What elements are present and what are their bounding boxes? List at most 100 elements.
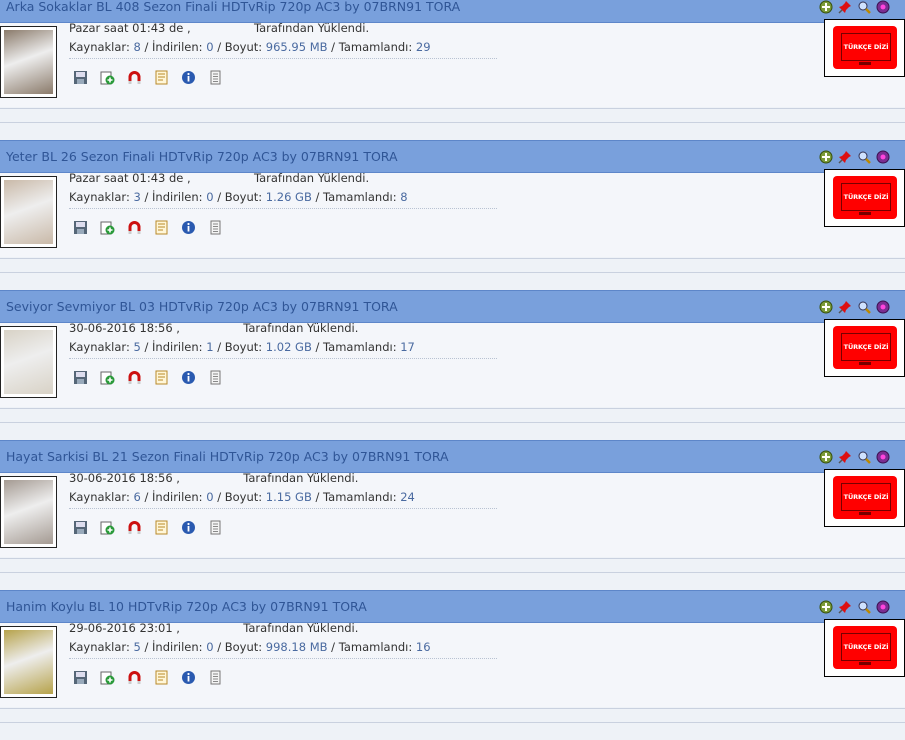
download-icon[interactable] — [72, 219, 88, 235]
torrent-actions — [72, 669, 223, 685]
download-icon[interactable] — [72, 519, 88, 535]
info-icon[interactable] — [180, 369, 196, 385]
nfo-icon[interactable] — [153, 669, 169, 685]
poster-thumbnail[interactable] — [0, 176, 57, 248]
add-favorite-icon[interactable] — [818, 299, 834, 315]
upload-info: 30-06-2016 18:56 , Tarafından Yüklendi. — [69, 471, 358, 485]
add-icon[interactable] — [99, 669, 115, 685]
row-separator — [0, 272, 905, 273]
download-icon[interactable] — [72, 669, 88, 685]
poster-image — [4, 180, 53, 244]
ratings-icon[interactable] — [875, 0, 891, 15]
tv-stand — [859, 62, 871, 65]
comment-icon[interactable] — [207, 669, 223, 685]
torrent-stats: Kaynaklar: 5 / İndirilen: 1 / Boyut: 1.0… — [69, 340, 415, 354]
seeds-label: Kaynaklar: — [69, 190, 130, 204]
torrent-actions — [72, 369, 223, 385]
pin-icon[interactable] — [837, 449, 853, 465]
ratings-icon[interactable] — [875, 449, 891, 465]
tv-stand — [859, 512, 871, 515]
search-icon[interactable] — [856, 299, 872, 315]
torrent-title[interactable]: Seviyor Sevmiyor BL 03 HDTvRip 720p AC3 … — [6, 299, 398, 314]
uploaded-text: Tarafından Yüklendi. — [253, 21, 370, 35]
download-icon[interactable] — [72, 369, 88, 385]
category-image[interactable]: TÜRKÇE DİZİ — [824, 169, 905, 227]
poster-thumbnail[interactable] — [0, 626, 57, 698]
add-icon[interactable] — [99, 519, 115, 535]
size-label: Boyut: — [224, 190, 263, 204]
completed-label: Tamamlandı: — [323, 190, 397, 204]
upload-date: 30-06-2016 18:56 , — [69, 471, 180, 485]
leechers-value: 0 — [206, 490, 214, 504]
size-label: Boyut: — [224, 340, 263, 354]
add-favorite-icon[interactable] — [818, 0, 834, 15]
nfo-icon[interactable] — [153, 69, 169, 85]
magnet-icon[interactable] — [126, 519, 142, 535]
info-icon[interactable] — [180, 69, 196, 85]
add-favorite-icon[interactable] — [818, 449, 834, 465]
poster-thumbnail[interactable] — [0, 476, 57, 548]
category-image[interactable]: TÜRKÇE DİZİ — [824, 319, 905, 377]
add-icon[interactable] — [99, 369, 115, 385]
nfo-icon[interactable] — [153, 219, 169, 235]
pin-icon[interactable] — [837, 599, 853, 615]
magnet-icon[interactable] — [126, 369, 142, 385]
add-favorite-icon[interactable] — [818, 599, 834, 615]
ratings-icon[interactable] — [875, 299, 891, 315]
nfo-icon[interactable] — [153, 519, 169, 535]
comment-icon[interactable] — [207, 219, 223, 235]
pin-icon[interactable] — [837, 0, 853, 15]
magnet-icon[interactable] — [126, 69, 142, 85]
download-icon[interactable] — [72, 69, 88, 85]
row-separator — [0, 422, 905, 423]
torrent-title[interactable]: Yeter BL 26 Sezon Finali HDTvRip 720p AC… — [6, 149, 398, 164]
category-label: TÜRKÇE DİZİ — [841, 33, 891, 61]
torrent-stats: Kaynaklar: 5 / İndirilen: 0 / Boyut: 998… — [69, 640, 431, 654]
size-value: 1.15 GB — [265, 490, 312, 504]
ratings-icon[interactable] — [875, 599, 891, 615]
row-separator — [0, 572, 905, 573]
info-icon[interactable] — [180, 219, 196, 235]
torrent-header: Hayat Sarkisi BL 21 Sezon Finali HDTvRip… — [0, 440, 905, 473]
seeds-value: 3 — [133, 190, 141, 204]
category-image[interactable]: TÜRKÇE DİZİ — [824, 19, 905, 77]
category-label: TÜRKÇE DİZİ — [841, 183, 891, 211]
add-icon[interactable] — [99, 69, 115, 85]
search-icon[interactable] — [856, 149, 872, 165]
poster-image — [4, 480, 53, 544]
search-icon[interactable] — [856, 599, 872, 615]
leechers-label: İndirilen: — [152, 40, 203, 54]
comment-icon[interactable] — [207, 69, 223, 85]
poster-image — [4, 330, 53, 394]
add-icon[interactable] — [99, 219, 115, 235]
header-actions — [818, 149, 891, 165]
torrent-body: Pazar saat 01:43 de , Tarafından Yüklend… — [0, 169, 905, 257]
torrent-body: 29-06-2016 23:01 , Tarafından Yüklendi. … — [0, 619, 905, 707]
search-icon[interactable] — [856, 0, 872, 15]
category-image[interactable]: TÜRKÇE DİZİ — [824, 619, 905, 677]
leechers-label: İndirilen: — [152, 340, 203, 354]
poster-thumbnail[interactable] — [0, 326, 57, 398]
category-image[interactable]: TÜRKÇE DİZİ — [824, 469, 905, 527]
magnet-icon[interactable] — [126, 219, 142, 235]
upload-date: 29-06-2016 23:01 , — [69, 621, 180, 635]
torrent-title[interactable]: Arka Sokaklar BL 408 Sezon Finali HDTvRi… — [6, 0, 460, 14]
torrent-row: Yeter BL 26 Sezon Finali HDTvRip 720p AC… — [0, 140, 905, 290]
divider — [69, 58, 497, 59]
pin-icon[interactable] — [837, 299, 853, 315]
comment-icon[interactable] — [207, 519, 223, 535]
torrent-title[interactable]: Hayat Sarkisi BL 21 Sezon Finali HDTvRip… — [6, 449, 449, 464]
tv-icon: TÜRKÇE DİZİ — [833, 176, 897, 219]
magnet-icon[interactable] — [126, 669, 142, 685]
torrent-title[interactable]: Hanim Koylu BL 10 HDTvRip 720p AC3 by 07… — [6, 599, 367, 614]
comment-icon[interactable] — [207, 369, 223, 385]
search-icon[interactable] — [856, 449, 872, 465]
ratings-icon[interactable] — [875, 149, 891, 165]
pin-icon[interactable] — [837, 149, 853, 165]
nfo-icon[interactable] — [153, 369, 169, 385]
info-icon[interactable] — [180, 669, 196, 685]
row-separator — [0, 722, 905, 723]
poster-thumbnail[interactable] — [0, 26, 57, 98]
info-icon[interactable] — [180, 519, 196, 535]
add-favorite-icon[interactable] — [818, 149, 834, 165]
